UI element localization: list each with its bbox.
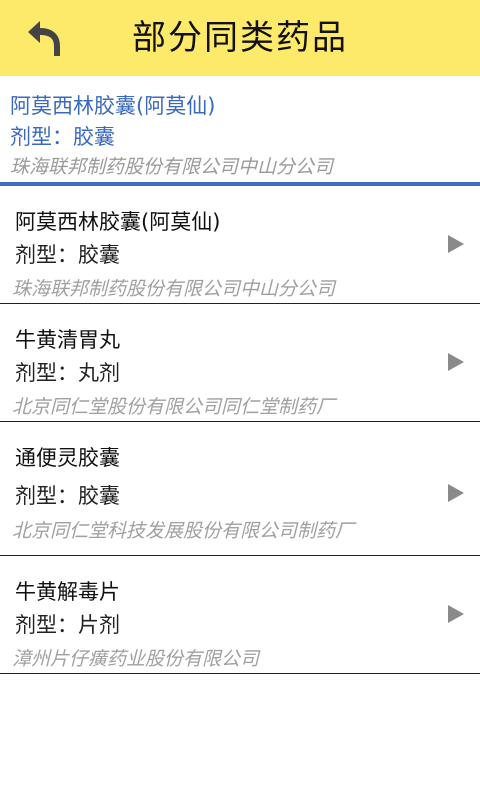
medicine-name: 牛黄解毒片 [15,580,120,604]
similar-medicine-list: 阿莫西林胶囊(阿莫仙) 剂型：胶囊 珠海联邦制药股份有限公司中山分公司 牛黄清胃… [0,186,480,674]
current-medicine-form: 剂型：胶囊 [10,125,115,149]
list-item[interactable]: 牛黄清胃丸 剂型：丸剂 北京同仁堂股份有限公司同仁堂制药厂 [0,304,480,422]
current-medicine-name: 阿莫西林胶囊(阿莫仙) [10,94,216,118]
page-title: 部分同类药品 [132,18,348,58]
medicine-form: 剂型：胶囊 [15,484,120,508]
medicine-form: 剂型：片剂 [15,613,120,637]
chevron-right-icon [448,235,464,253]
medicine-maker: 北京同仁堂股份有限公司同仁堂制药厂 [12,396,336,418]
medicine-maker: 北京同仁堂科技发展股份有限公司制药厂 [12,520,355,542]
title-bar: 部分同类药品 [0,0,480,76]
chevron-right-icon [448,353,464,371]
current-medicine: 阿莫西林胶囊(阿莫仙) 剂型：胶囊 珠海联邦制药股份有限公司中山分公司 [0,76,480,186]
app-screen: 部分同类药品 阿莫西林胶囊(阿莫仙) 剂型：胶囊 珠海联邦制药股份有限公司中山分… [0,0,480,800]
medicine-name: 阿莫西林胶囊(阿莫仙) [15,210,221,234]
chevron-right-icon [448,484,464,502]
medicine-name: 牛黄清胃丸 [15,328,120,352]
medicine-name: 通便灵胶囊 [15,446,120,470]
medicine-form: 剂型：丸剂 [15,361,120,385]
medicine-form: 剂型：胶囊 [15,243,120,267]
current-medicine-maker: 珠海联邦制药股份有限公司中山分公司 [10,156,334,178]
list-item[interactable]: 通便灵胶囊 剂型：胶囊 北京同仁堂科技发展股份有限公司制药厂 [0,422,480,556]
list-item[interactable]: 牛黄解毒片 剂型：片剂 漳州片仔癀药业股份有限公司 [0,556,480,674]
medicine-maker: 漳州片仔癀药业股份有限公司 [12,648,260,670]
chevron-right-icon [448,605,464,623]
list-item[interactable]: 阿莫西林胶囊(阿莫仙) 剂型：胶囊 珠海联邦制药股份有限公司中山分公司 [0,186,480,304]
medicine-maker: 珠海联邦制药股份有限公司中山分公司 [12,278,336,300]
